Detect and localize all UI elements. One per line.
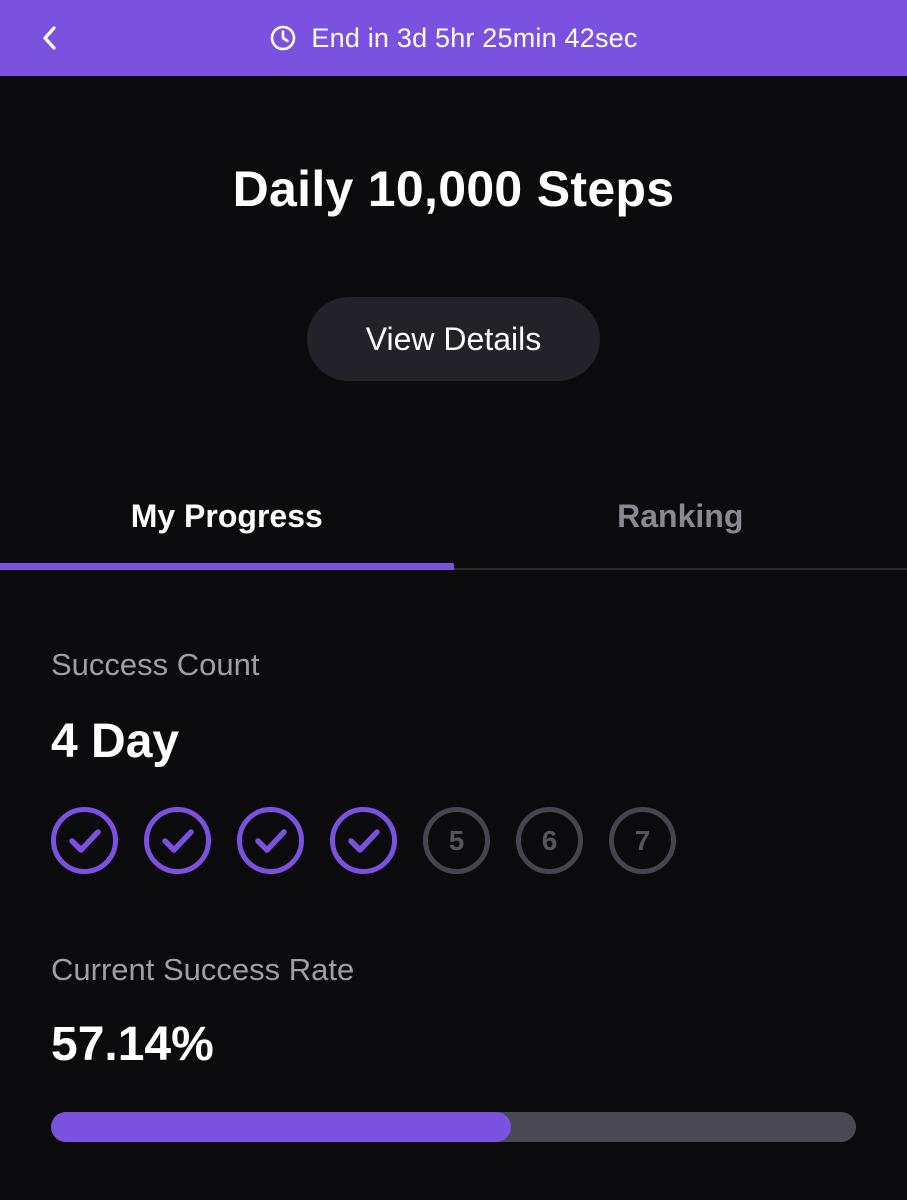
- day-7-pending-circle: 7: [609, 807, 676, 874]
- checkmark-icon: [68, 828, 101, 853]
- clock-icon: [269, 24, 297, 52]
- view-details-button[interactable]: View Details: [307, 297, 600, 381]
- success-count-label: Success Count: [51, 647, 260, 682]
- countdown-header: End in 3d 5hr 25min 42sec: [0, 0, 907, 76]
- countdown-text: End in 3d 5hr 25min 42sec: [311, 22, 638, 53]
- tab-bar: My Progress Ranking: [0, 478, 907, 570]
- day-1-completed-circle: [51, 807, 118, 874]
- day-number: 5: [448, 824, 465, 856]
- checkmark-icon: [254, 828, 287, 853]
- day-2-completed-circle: [144, 807, 211, 874]
- back-button[interactable]: [28, 16, 72, 60]
- day-4-completed-circle: [330, 807, 397, 874]
- day-number: 6: [541, 824, 558, 856]
- chevron-left-icon: [43, 26, 56, 50]
- checkmark-icon: [161, 828, 194, 853]
- success-rate-progress-fill: [51, 1112, 511, 1142]
- success-rate-label: Current Success Rate: [51, 952, 355, 987]
- countdown: End in 3d 5hr 25min 42sec: [269, 23, 637, 54]
- challenge-title: Daily 10,000 Steps: [232, 161, 675, 217]
- day-number: 7: [634, 824, 651, 856]
- day-3-completed-circle: [237, 807, 304, 874]
- day-6-pending-circle: 6: [516, 807, 583, 874]
- day-progress-circles: 5 6 7: [51, 807, 676, 874]
- day-5-pending-circle: 5: [423, 807, 490, 874]
- success-count-value: 4 Day: [51, 715, 180, 768]
- tab-my-progress[interactable]: My Progress: [0, 478, 454, 570]
- success-rate-value: 57.14%: [51, 1018, 214, 1071]
- checkmark-icon: [347, 828, 380, 853]
- success-rate-progress-bar: [51, 1112, 856, 1142]
- tab-ranking[interactable]: Ranking: [453, 478, 907, 570]
